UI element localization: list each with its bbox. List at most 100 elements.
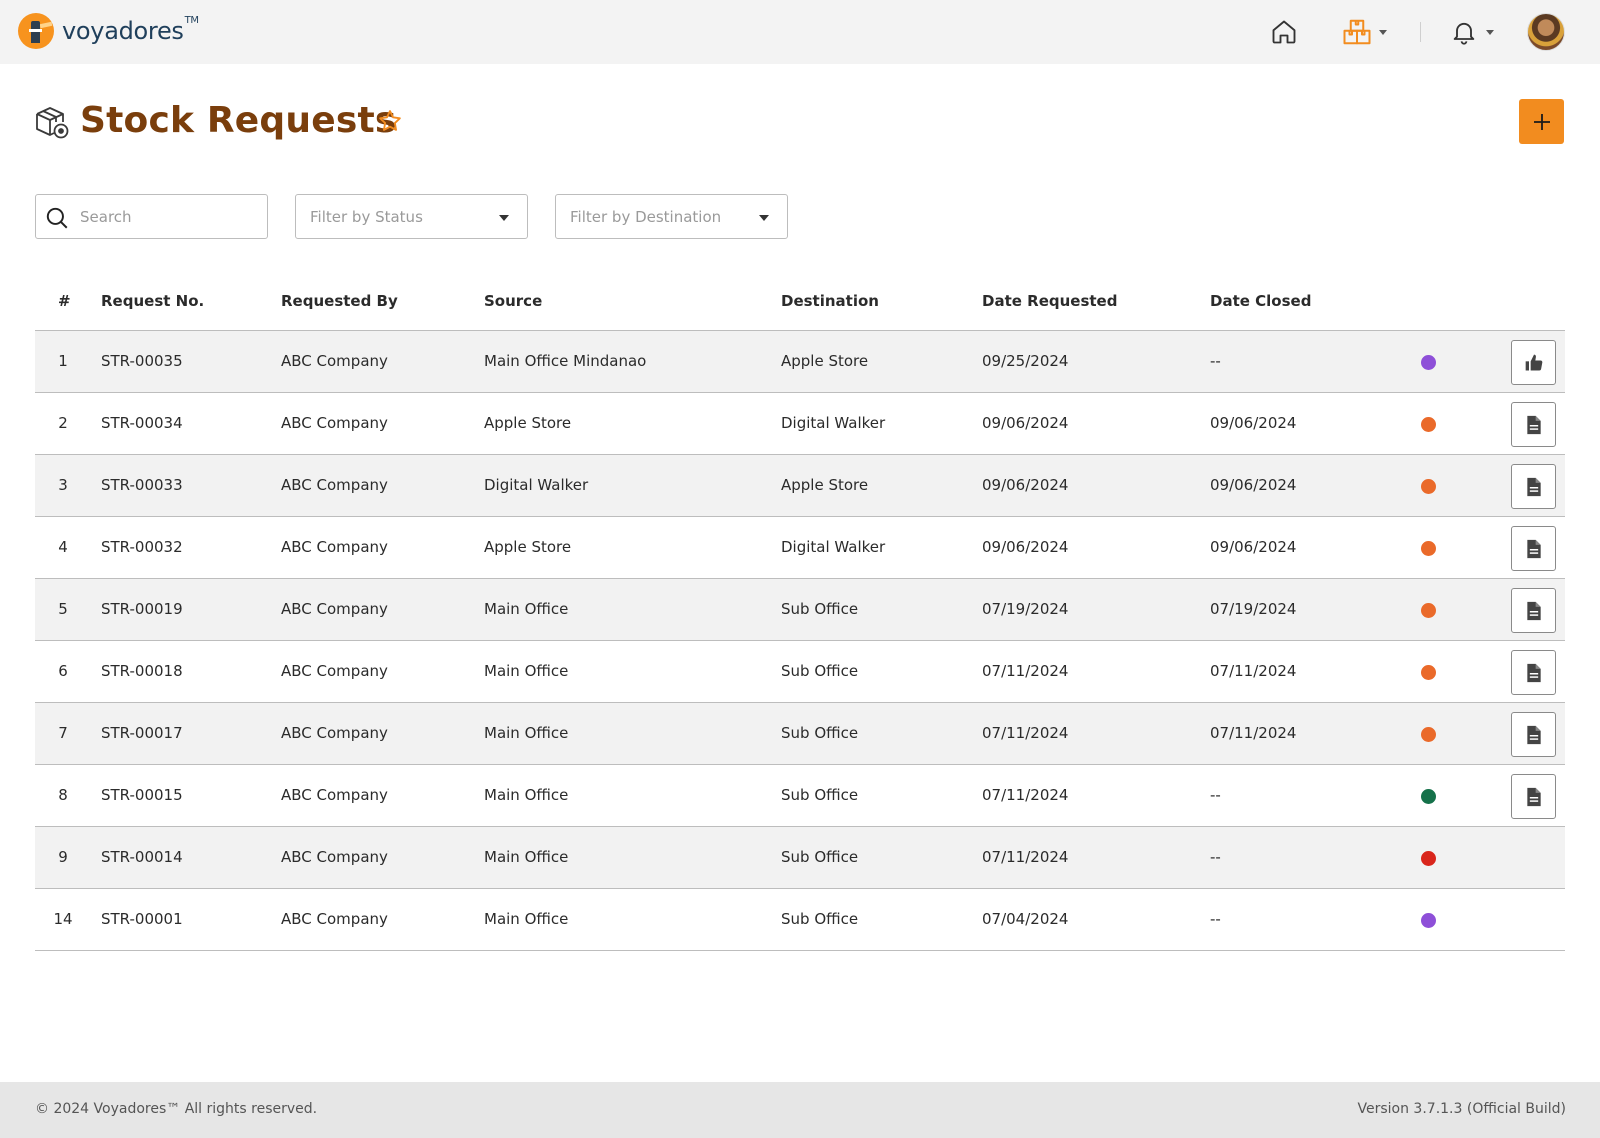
cell-destination: Digital Walker [781,414,886,432]
document-icon [1526,663,1541,682]
cell-source: Digital Walker [484,476,589,494]
cell-destination: Sub Office [781,848,859,866]
cell-source: Main Office [484,724,569,742]
approve-button[interactable] [1511,340,1556,385]
view-document-button[interactable] [1511,774,1556,819]
document-icon [1526,725,1541,744]
status-dot [1421,479,1436,494]
status-dot [1421,603,1436,618]
cell-source: Main Office [484,848,569,866]
cell-num: 6 [58,662,68,680]
footer: © 2024 Voyadores™ All rights reserved. V… [0,1082,1600,1138]
cell-num: 4 [58,538,68,556]
cell-date-closed: 09/06/2024 [1210,414,1297,432]
cell-date-requested: 07/11/2024 [982,786,1069,804]
cell-date-closed: -- [1210,910,1221,928]
status-dot [1421,665,1436,680]
notifications-chevron-down-icon[interactable] [1486,30,1494,35]
status-dot [1421,727,1436,742]
brand-logo[interactable]: voyadoresTM [18,13,199,49]
table-row[interactable]: 1 STR-00035 ABC Company Main Office Mindana… [35,331,1565,393]
table-row[interactable]: 4 STR-00032 ABC Company Apple Store Digital … [35,517,1565,579]
status-filter-placeholder: Filter by Status [310,208,423,226]
table-row[interactable]: 3 STR-00033 ABC Company Digital Walker Apple… [35,455,1565,517]
view-document-button[interactable] [1511,712,1556,757]
cell-num: 2 [58,414,68,432]
cell-requested-by: ABC Company [281,476,388,494]
table-row[interactable]: 9 STR-00014 ABC Company Main Office Sub Offi… [35,827,1565,889]
header-source[interactable]: Source [484,292,542,310]
cell-destination: Sub Office [781,600,859,618]
cell-date-requested: 07/11/2024 [982,662,1069,680]
user-avatar[interactable] [1527,13,1565,51]
status-filter-select[interactable]: Filter by Status [295,194,528,239]
table-row[interactable]: 6 STR-00018 ABC Company Main Office Sub Offi… [35,641,1565,703]
cell-source: Main Office [484,910,569,928]
cell-num: 14 [53,910,73,928]
bell-icon[interactable] [1450,17,1478,47]
brand-name: voyadoresTM [62,15,199,45]
plus-icon [1533,113,1550,130]
table-row[interactable]: 14 STR-00001 ABC Company Main Office Sub Off… [35,889,1565,951]
cell-date-requested: 09/25/2024 [982,352,1069,370]
cell-date-closed: -- [1210,352,1221,370]
cell-request-no: STR-00033 [101,476,183,494]
table-header: # Request No. Requested By Source Destin… [35,271,1565,331]
cell-requested-by: ABC Company [281,600,388,618]
favorite-star-icon[interactable] [377,108,403,134]
header-requested-by[interactable]: Requested By [281,292,398,310]
header-num[interactable]: # [58,292,71,310]
home-icon[interactable] [1270,18,1298,46]
cell-num: 9 [58,848,68,866]
view-document-button[interactable] [1511,650,1556,695]
thumbs-up-icon [1525,354,1542,371]
document-icon [1526,601,1541,620]
cell-request-no: STR-00017 [101,724,183,742]
cell-date-requested: 09/06/2024 [982,476,1069,494]
cell-requested-by: ABC Company [281,910,388,928]
header-destination[interactable]: Destination [781,292,879,310]
view-document-button[interactable] [1511,588,1556,633]
table-row[interactable]: 8 STR-00015 ABC Company Main Office Sub Offi… [35,765,1565,827]
cell-requested-by: ABC Company [281,848,388,866]
status-dot [1421,417,1436,432]
cell-date-closed: 09/06/2024 [1210,538,1297,556]
cell-destination: Apple Store [781,476,869,494]
cell-source: Apple Store [484,414,572,432]
status-dot [1421,541,1436,556]
cell-requested-by: ABC Company [281,414,388,432]
cell-date-closed: -- [1210,848,1221,866]
table-row[interactable]: 7 STR-00017 ABC Company Main Office Sub Offi… [35,703,1565,765]
search-box[interactable] [35,194,268,239]
inventory-chevron-down-icon[interactable] [1379,30,1387,35]
status-dot [1421,913,1436,928]
cell-date-closed: 09/06/2024 [1210,476,1297,494]
header-date-closed[interactable]: Date Closed [1210,292,1311,310]
table-row[interactable]: 2 STR-00034 ABC Company Apple Store Digital … [35,393,1565,455]
document-icon [1526,787,1541,806]
destination-filter-select[interactable]: Filter by Destination [555,194,788,239]
cell-request-no: STR-00018 [101,662,183,680]
view-document-button[interactable] [1511,402,1556,447]
footer-copyright: © 2024 Voyadores™ All rights reserved. [35,1101,318,1117]
cell-destination: Sub Office [781,662,859,680]
add-request-button[interactable] [1519,99,1564,144]
cell-request-no: STR-00001 [101,910,183,928]
inventory-box-icon[interactable] [1342,17,1372,47]
chevron-down-icon [759,215,769,221]
view-document-button[interactable] [1511,464,1556,509]
header-request-no[interactable]: Request No. [101,292,204,310]
cell-requested-by: ABC Company [281,662,388,680]
table-row[interactable]: 5 STR-00019 ABC Company Main Office Sub Offi… [35,579,1565,641]
cell-num: 8 [58,786,68,804]
cell-source: Main Office [484,662,569,680]
header-date-requested[interactable]: Date Requested [982,292,1117,310]
search-icon [46,207,68,229]
search-input[interactable] [80,206,260,228]
status-dot [1421,355,1436,370]
chevron-down-icon [499,215,509,221]
cell-destination: Sub Office [781,724,859,742]
cell-num: 5 [58,600,68,618]
cell-num: 7 [58,724,68,742]
view-document-button[interactable] [1511,526,1556,571]
